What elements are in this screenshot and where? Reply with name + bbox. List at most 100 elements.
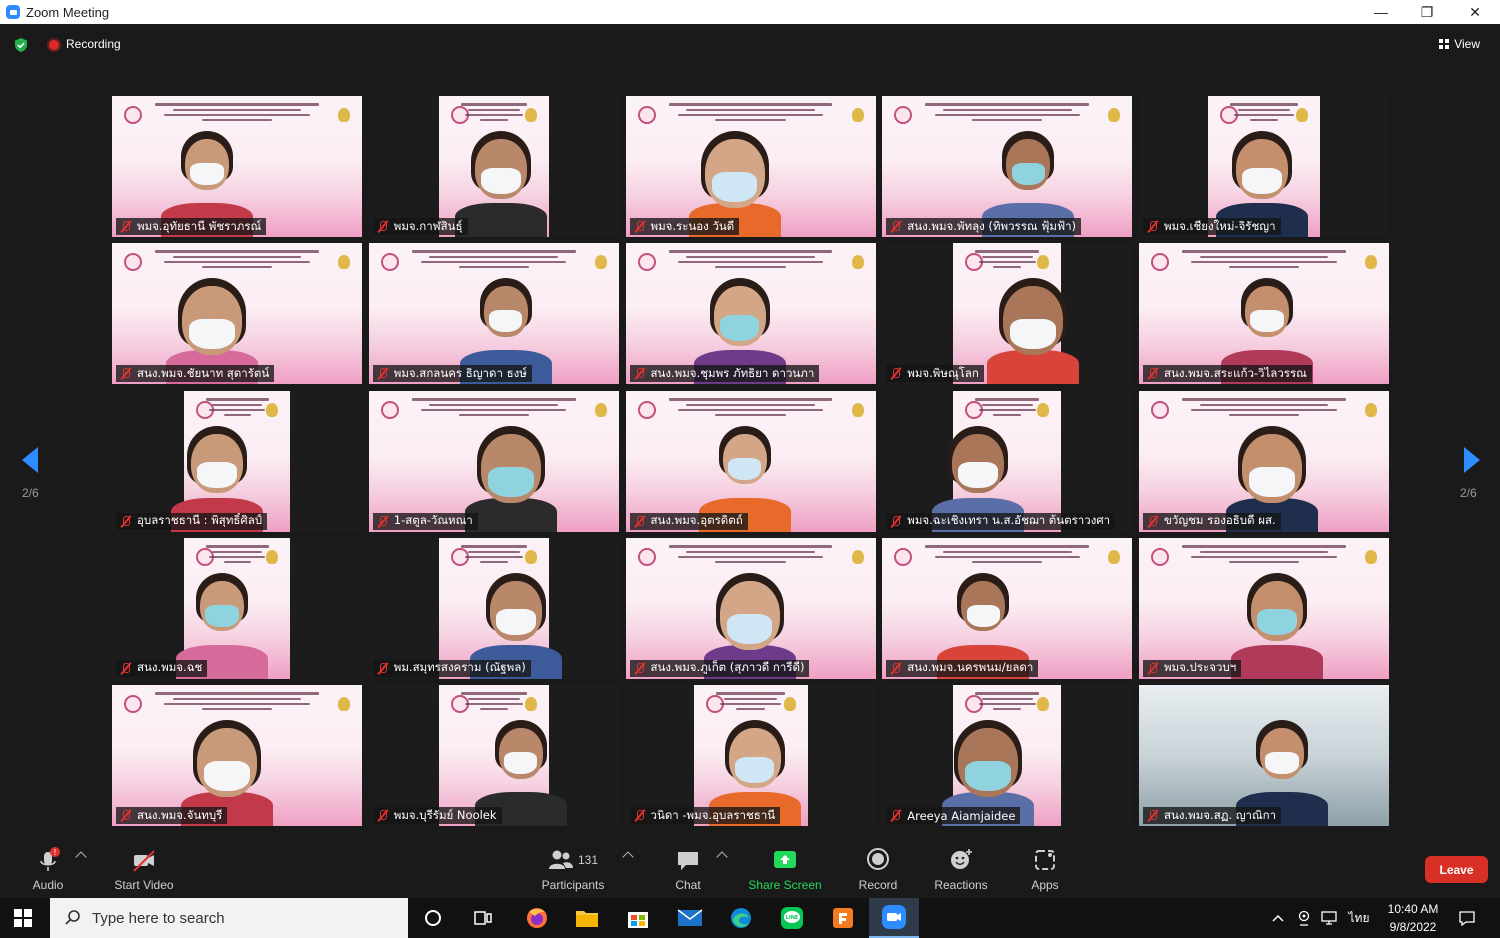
participant-tile[interactable]: พมจ.บุรีรัมย์ Noolek xyxy=(368,685,619,826)
muted-mic-icon xyxy=(1146,809,1159,822)
participant-tile[interactable]: ขวัญชม รองอธิบดี ผส. xyxy=(1139,390,1389,532)
start-video-button[interactable]: Start Video xyxy=(99,846,189,896)
participant-name: สนง.พมจ.จันทบุรี xyxy=(137,807,223,822)
minimize-button[interactable]: — xyxy=(1358,0,1404,24)
clock-time: 10:40 AM xyxy=(1387,902,1439,916)
participant-tile[interactable]: พมจ.พิษณุโลก xyxy=(882,243,1133,385)
participant-tile[interactable]: อุบลราชธานี : พิสุทธิ์ศิลป์ xyxy=(112,390,362,532)
participant-tile[interactable]: พมจ.เชียงใหม่-จิรัชญา xyxy=(1139,96,1389,237)
participant-tile[interactable]: สนง.พมจ.สระแก้ว-วิไลวรรณ xyxy=(1139,243,1389,385)
task-view-icon[interactable] xyxy=(458,898,508,938)
meeting-toolbar: ! Audio Start Video 131 Participants Cha… xyxy=(0,838,1500,898)
participant-name: พมจ.ฉะเชิงเทรา น.ส.อัชฌา ต้นตราวงศา xyxy=(907,513,1111,527)
maximize-button[interactable]: ❐ xyxy=(1404,0,1450,24)
taskbar-search[interactable] xyxy=(50,898,408,938)
cortana-icon[interactable] xyxy=(408,898,458,938)
search-input[interactable] xyxy=(92,909,372,927)
zoom-taskbar-icon[interactable] xyxy=(869,898,919,938)
participant-tile[interactable]: สนง.พมจ.อุตรดิตถ์ xyxy=(625,390,876,532)
file-explorer-icon[interactable] xyxy=(562,898,612,938)
participant-name-bar: พมจ.ประจวบฯ xyxy=(1143,659,1242,677)
participant-tile[interactable]: พมจ.ฉะเชิงเทรา น.ส.อัชฌา ต้นตราวงศา xyxy=(882,390,1133,532)
close-button[interactable]: ✕ xyxy=(1452,0,1498,24)
chat-bubble-icon xyxy=(678,852,698,870)
participants-options-caret-icon[interactable] xyxy=(622,851,634,863)
participant-tile[interactable]: สนง.พมจ.จันทบุรี xyxy=(112,685,362,826)
participant-tile[interactable]: พมจ.กาฬสินธุ์ xyxy=(368,96,619,237)
participant-name-bar: พมจ.เชียงใหม่-จิรัชญา xyxy=(1143,218,1281,235)
participant-tile[interactable]: สนง.พมจ.ภูเก็ต (สุภาวดี การีดี) xyxy=(625,537,876,679)
muted-mic-icon xyxy=(119,809,132,822)
leave-button[interactable]: Leave xyxy=(1425,856,1488,883)
page-indicator-left: 2/6 xyxy=(22,486,39,500)
muted-mic-icon xyxy=(633,220,646,233)
notifications-icon[interactable] xyxy=(1455,898,1479,938)
microphone-icon: ! xyxy=(40,847,60,871)
record-icon xyxy=(867,848,889,870)
muted-mic-icon xyxy=(889,367,902,380)
participant-tile[interactable]: สนง.พมจ.ฉช xyxy=(112,537,362,679)
participant-tile[interactable]: สนง.พมจ.ชุมพร ภัทธิยา ดาวนภา xyxy=(625,243,876,385)
participant-name: ขวัญชม รองอธิบดี ผส. xyxy=(1164,513,1276,527)
participant-name: 1-สตูล-วัณหณา xyxy=(393,513,473,527)
participant-tile[interactable]: สนง.พมจ.พัทลุง (ทิพวรรณ ฟุ้มฟ้า) xyxy=(882,96,1133,237)
participant-name-bar: สนง.พมจ.สระแก้ว-วิไลวรรณ xyxy=(1143,365,1312,383)
page-indicator-right: 2/6 xyxy=(1460,486,1477,500)
mail-icon[interactable] xyxy=(665,898,715,938)
microsoft-store-icon[interactable] xyxy=(613,898,663,938)
participant-name-bar: พม.สมุทรสงคราม (ณัฐพล) xyxy=(372,659,531,677)
participant-tile[interactable]: พม.สมุทรสงคราม (ณัฐพล) xyxy=(368,537,619,679)
chat-label: Chat xyxy=(675,878,701,892)
participant-name: พมจ.อุทัยธานี พัชราภรณ์ xyxy=(137,218,262,233)
apps-button[interactable]: Apps xyxy=(1000,846,1090,896)
reactions-button[interactable]: Reactions xyxy=(916,846,1006,896)
participant-tile[interactable]: วนิดา -พมจ.อุบลราชธานี xyxy=(625,685,876,826)
participants-button[interactable]: 131 Participants xyxy=(528,846,618,896)
share-screen-label: Share Screen xyxy=(748,878,822,892)
edge-browser-icon[interactable] xyxy=(716,898,766,938)
participant-tile[interactable]: สนง.พมจ.สฏ. ญาณิกา xyxy=(1139,685,1389,826)
muted-mic-icon xyxy=(889,220,902,233)
title-bar: Zoom Meeting — ❐ ✕ xyxy=(0,0,1500,24)
input-language-indicator[interactable]: ไทย xyxy=(1346,898,1372,938)
reactions-label: Reactions xyxy=(934,878,988,892)
show-hidden-icons-caret-icon[interactable] xyxy=(1268,898,1288,938)
muted-mic-icon xyxy=(376,367,389,380)
previous-page-arrow-icon[interactable] xyxy=(20,445,40,475)
participant-tile[interactable]: 1-สตูล-วัณหณา xyxy=(368,390,619,532)
participant-name-bar: สนง.พมจ.ชัยนาท สุดารัตน์ xyxy=(116,365,275,383)
muted-mic-icon xyxy=(1146,515,1159,528)
windows-start-icon[interactable] xyxy=(14,909,32,927)
muted-mic-icon xyxy=(1146,367,1159,380)
windows-taskbar: LINE ไทย 10:40 AM 9/8/2022 xyxy=(0,898,1500,938)
network-icon[interactable] xyxy=(1318,898,1340,938)
participant-name: สนง.พมจ.สฏ. ญาณิกา xyxy=(1164,807,1277,822)
firefox-icon[interactable] xyxy=(512,898,562,938)
participant-tile[interactable]: สนง.พมจ.นครพนม/ยลดา xyxy=(882,537,1133,679)
share-screen-icon xyxy=(774,851,796,868)
view-label: View xyxy=(1454,37,1480,51)
participant-name: พมจ.สกลนคร ธิญาดา ธงษ์ xyxy=(393,365,527,380)
participant-name-bar: พมจ.สกลนคร ธิญาดา ธงษ์ xyxy=(372,365,532,383)
share-screen-button[interactable]: Share Screen xyxy=(740,846,830,896)
webcam-tray-icon[interactable] xyxy=(1294,898,1314,938)
participant-tile[interactable]: สนง.พมจ.ชัยนาท สุดารัตน์ xyxy=(112,243,362,385)
foxit-pdf-icon[interactable] xyxy=(818,898,868,938)
muted-mic-icon xyxy=(633,809,646,822)
participant-tile[interactable]: พมจ.อุทัยธานี พัชราภรณ์ xyxy=(112,96,362,237)
participant-tile[interactable]: พมจ.ประจวบฯ xyxy=(1139,537,1389,679)
muted-mic-icon xyxy=(889,515,902,528)
participant-tile[interactable]: Areeya Aiamjaidee xyxy=(882,685,1133,826)
next-page-arrow-icon[interactable] xyxy=(1462,445,1482,475)
taskbar-clock[interactable]: 10:40 AM 9/8/2022 xyxy=(1380,900,1446,936)
line-app-icon[interactable]: LINE xyxy=(767,898,817,938)
participant-tile[interactable]: พมจ.ระนอง วันดี xyxy=(625,96,876,237)
participant-name: สนง.พมจ.สระแก้ว-วิไลวรรณ xyxy=(1164,365,1307,380)
muted-mic-icon xyxy=(376,515,389,528)
view-button[interactable]: View xyxy=(1433,33,1486,55)
record-button[interactable]: Record xyxy=(833,846,923,896)
security-shield-icon[interactable] xyxy=(13,37,29,53)
participant-name: พมจ.กาฬสินธุ์ xyxy=(393,218,463,233)
participant-tile[interactable]: พมจ.สกลนคร ธิญาดา ธงษ์ xyxy=(368,243,619,385)
participant-name: สนง.พมจ.นครพนม/ยลดา xyxy=(907,660,1034,675)
